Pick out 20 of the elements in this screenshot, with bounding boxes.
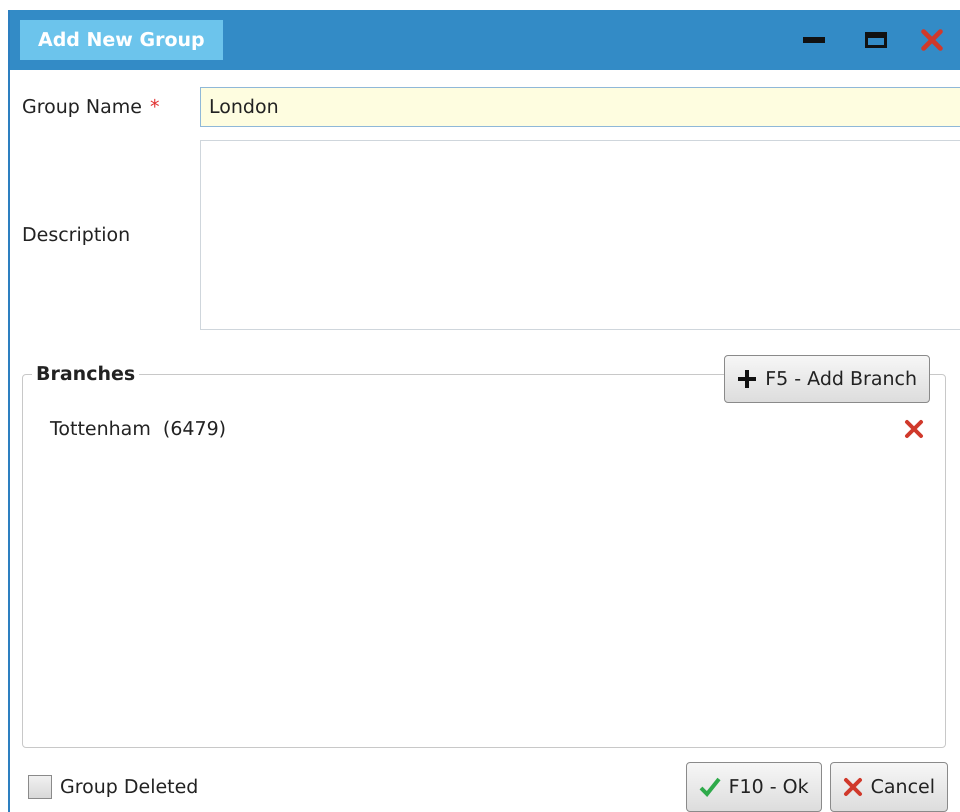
close-icon xyxy=(842,777,863,797)
window-title: Add New Group xyxy=(20,20,223,60)
cancel-button[interactable]: Cancel xyxy=(830,762,948,812)
minimize-icon xyxy=(803,37,825,43)
branch-item: Tottenham (6479) xyxy=(50,416,226,442)
description-label: Description xyxy=(22,222,132,248)
group-deleted-label: Group Deleted xyxy=(60,774,198,800)
close-icon xyxy=(920,28,944,52)
group-name-label: Group Name xyxy=(22,94,143,120)
required-mark: * xyxy=(150,94,160,120)
description-field[interactable] xyxy=(200,140,960,330)
remove-branch-button[interactable] xyxy=(904,419,924,439)
maximize-icon xyxy=(865,32,887,48)
checkmark-icon xyxy=(698,777,721,797)
add-branch-button[interactable]: F5 - Add Branch xyxy=(724,355,930,403)
group-name-field[interactable]: London xyxy=(200,87,960,127)
delete-icon xyxy=(904,419,924,439)
plus-icon xyxy=(737,369,758,389)
ok-button[interactable]: F10 - Ok xyxy=(686,762,822,812)
group-deleted-checkbox[interactable] xyxy=(28,775,52,799)
